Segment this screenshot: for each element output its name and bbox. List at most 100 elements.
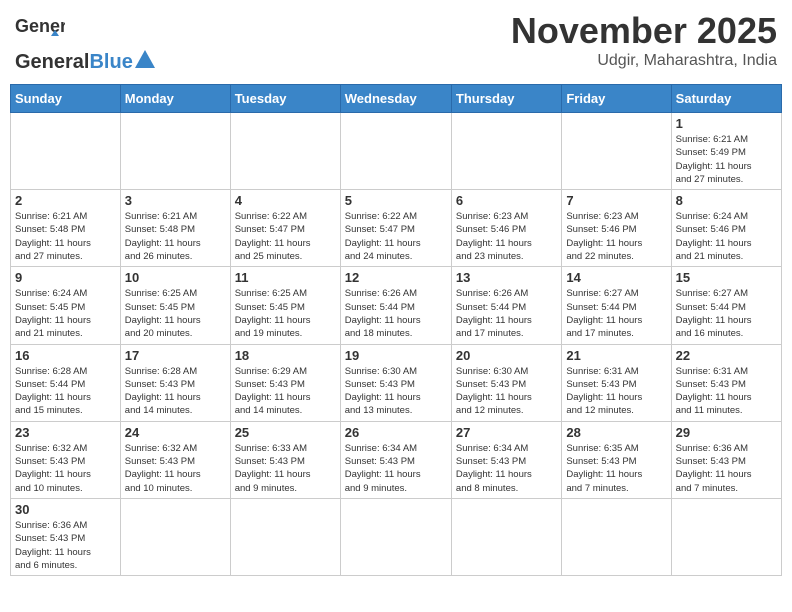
calendar-cell: 17Sunrise: 6:28 AM Sunset: 5:43 PM Dayli… — [120, 344, 230, 421]
calendar-cell: 23 Sunrise: 6:32 AM Sunset: 5:43 PM Dayli… — [11, 421, 121, 498]
calendar-cell: 2 Sunrise: 6:21 AM Sunset: 5:48 PM Daylig… — [11, 190, 121, 267]
calendar-cell — [451, 113, 561, 190]
calendar-cell: 20 Sunrise: 6:30 AM Sunset: 5:43 PM Dayli… — [451, 344, 561, 421]
day-info: Sunrise: 6:21 AM Sunset: 5:48 PM Dayligh… — [15, 210, 116, 263]
day-number: 5 — [345, 193, 447, 208]
calendar-cell: 1Sunrise: 6:21 AM Sunset: 5:49 PM Daylig… — [671, 113, 781, 190]
day-info: Sunrise: 6:34 AM Sunset: 5:43 PM Dayligh… — [345, 442, 447, 495]
calendar-cell — [671, 498, 781, 575]
calendar-cell: 12Sunrise: 6:26 AM Sunset: 5:44 PM Dayli… — [340, 267, 451, 344]
day-info: Sunrise: 6:36 AM Sunset: 5:43 PM Dayligh… — [676, 442, 777, 495]
day-number: 17 — [125, 348, 226, 363]
day-number: 9 — [15, 270, 116, 285]
calendar-cell — [120, 113, 230, 190]
calendar-cell — [562, 498, 671, 575]
day-info: Sunrise: 6:32 AM Sunset: 5:43 PM Dayligh… — [15, 442, 116, 495]
day-info: Sunrise: 6:27 AM Sunset: 5:44 PM Dayligh… — [676, 287, 777, 340]
day-number: 2 — [15, 193, 116, 208]
day-number: 11 — [235, 270, 336, 285]
calendar-cell: 29 Sunrise: 6:36 AM Sunset: 5:43 PM Dayli… — [671, 421, 781, 498]
page-title: November 2025 — [511, 10, 777, 52]
title-section: November 2025 Udgir, Maharashtra, India — [511, 10, 777, 70]
day-number: 30 — [15, 502, 116, 517]
calendar-cell — [120, 498, 230, 575]
logo-general: General — [15, 51, 89, 74]
calendar-cell: 25 Sunrise: 6:33 AM Sunset: 5:43 PM Dayli… — [230, 421, 340, 498]
logo-icon: General — [15, 10, 65, 50]
day-number: 1 — [676, 116, 777, 131]
day-number: 15 — [676, 270, 777, 285]
day-number: 25 — [235, 425, 336, 440]
day-info: Sunrise: 6:27 AM Sunset: 5:44 PM Dayligh… — [566, 287, 666, 340]
col-monday: Monday — [120, 85, 230, 113]
day-info: Sunrise: 6:31 AM Sunset: 5:43 PM Dayligh… — [566, 365, 666, 418]
day-number: 4 — [235, 193, 336, 208]
day-info: Sunrise: 6:30 AM Sunset: 5:43 PM Dayligh… — [456, 365, 557, 418]
day-info: Sunrise: 6:32 AM Sunset: 5:43 PM Dayligh… — [125, 442, 226, 495]
calendar-cell — [340, 498, 451, 575]
day-number: 20 — [456, 348, 557, 363]
day-number: 6 — [456, 193, 557, 208]
svg-text:General: General — [15, 16, 65, 36]
calendar-cell: 5 Sunrise: 6:22 AM Sunset: 5:47 PM Daylig… — [340, 190, 451, 267]
calendar-cell: 30 Sunrise: 6:36 AM Sunset: 5:43 PM Dayli… — [11, 498, 121, 575]
day-info: Sunrise: 6:23 AM Sunset: 5:46 PM Dayligh… — [566, 210, 666, 263]
day-number: 16 — [15, 348, 116, 363]
day-number: 27 — [456, 425, 557, 440]
col-friday: Friday — [562, 85, 671, 113]
day-number: 29 — [676, 425, 777, 440]
day-info: Sunrise: 6:24 AM Sunset: 5:46 PM Dayligh… — [676, 210, 777, 263]
calendar-cell: 15 Sunrise: 6:27 AM Sunset: 5:44 PM Dayli… — [671, 267, 781, 344]
calendar-cell: 7 Sunrise: 6:23 AM Sunset: 5:46 PM Daylig… — [562, 190, 671, 267]
col-sunday: Sunday — [11, 85, 121, 113]
day-number: 21 — [566, 348, 666, 363]
calendar-cell: 26 Sunrise: 6:34 AM Sunset: 5:43 PM Dayli… — [340, 421, 451, 498]
calendar-cell — [230, 113, 340, 190]
logo: General General Blue — [15, 10, 155, 74]
calendar-cell — [451, 498, 561, 575]
calendar-cell — [230, 498, 340, 575]
calendar-cell: 9Sunrise: 6:24 AM Sunset: 5:45 PM Daylig… — [11, 267, 121, 344]
day-info: Sunrise: 6:25 AM Sunset: 5:45 PM Dayligh… — [235, 287, 336, 340]
day-info: Sunrise: 6:22 AM Sunset: 5:47 PM Dayligh… — [235, 210, 336, 263]
col-saturday: Saturday — [671, 85, 781, 113]
calendar-cell: 13 Sunrise: 6:26 AM Sunset: 5:44 PM Dayli… — [451, 267, 561, 344]
day-info: Sunrise: 6:23 AM Sunset: 5:46 PM Dayligh… — [456, 210, 557, 263]
day-info: Sunrise: 6:26 AM Sunset: 5:44 PM Dayligh… — [456, 287, 557, 340]
col-thursday: Thursday — [451, 85, 561, 113]
day-number: 26 — [345, 425, 447, 440]
calendar-cell: 3 Sunrise: 6:21 AM Sunset: 5:48 PM Daylig… — [120, 190, 230, 267]
day-info: Sunrise: 6:21 AM Sunset: 5:48 PM Dayligh… — [125, 210, 226, 263]
day-info: Sunrise: 6:33 AM Sunset: 5:43 PM Dayligh… — [235, 442, 336, 495]
day-info: Sunrise: 6:28 AM Sunset: 5:44 PM Dayligh… — [15, 365, 116, 418]
calendar-cell: 18 Sunrise: 6:29 AM Sunset: 5:43 PM Dayli… — [230, 344, 340, 421]
day-info: Sunrise: 6:25 AM Sunset: 5:45 PM Dayligh… — [125, 287, 226, 340]
calendar-cell — [11, 113, 121, 190]
day-number: 3 — [125, 193, 226, 208]
day-number: 13 — [456, 270, 557, 285]
col-tuesday: Tuesday — [230, 85, 340, 113]
page-subtitle: Udgir, Maharashtra, India — [511, 52, 777, 70]
calendar-cell: 14Sunrise: 6:27 AM Sunset: 5:44 PM Dayli… — [562, 267, 671, 344]
page-header: General General Blue November 2025 Udgir… — [10, 10, 782, 74]
day-number: 7 — [566, 193, 666, 208]
calendar-cell: 24 Sunrise: 6:32 AM Sunset: 5:43 PM Dayli… — [120, 421, 230, 498]
day-number: 24 — [125, 425, 226, 440]
day-number: 19 — [345, 348, 447, 363]
logo-triangle-icon — [135, 50, 155, 68]
day-number: 10 — [125, 270, 226, 285]
day-number: 23 — [15, 425, 116, 440]
day-info: Sunrise: 6:35 AM Sunset: 5:43 PM Dayligh… — [566, 442, 666, 495]
calendar-cell — [340, 113, 451, 190]
calendar-cell: 4 Sunrise: 6:22 AM Sunset: 5:47 PM Daylig… — [230, 190, 340, 267]
day-info: Sunrise: 6:22 AM Sunset: 5:47 PM Dayligh… — [345, 210, 447, 263]
day-info: Sunrise: 6:30 AM Sunset: 5:43 PM Dayligh… — [345, 365, 447, 418]
logo-blue: Blue — [89, 51, 132, 74]
day-info: Sunrise: 6:34 AM Sunset: 5:43 PM Dayligh… — [456, 442, 557, 495]
calendar-cell: 10 Sunrise: 6:25 AM Sunset: 5:45 PM Dayli… — [120, 267, 230, 344]
day-info: Sunrise: 6:29 AM Sunset: 5:43 PM Dayligh… — [235, 365, 336, 418]
day-info: Sunrise: 6:36 AM Sunset: 5:43 PM Dayligh… — [15, 519, 116, 572]
calendar-cell — [562, 113, 671, 190]
calendar-cell: 22Sunrise: 6:31 AM Sunset: 5:43 PM Dayli… — [671, 344, 781, 421]
day-number: 18 — [235, 348, 336, 363]
